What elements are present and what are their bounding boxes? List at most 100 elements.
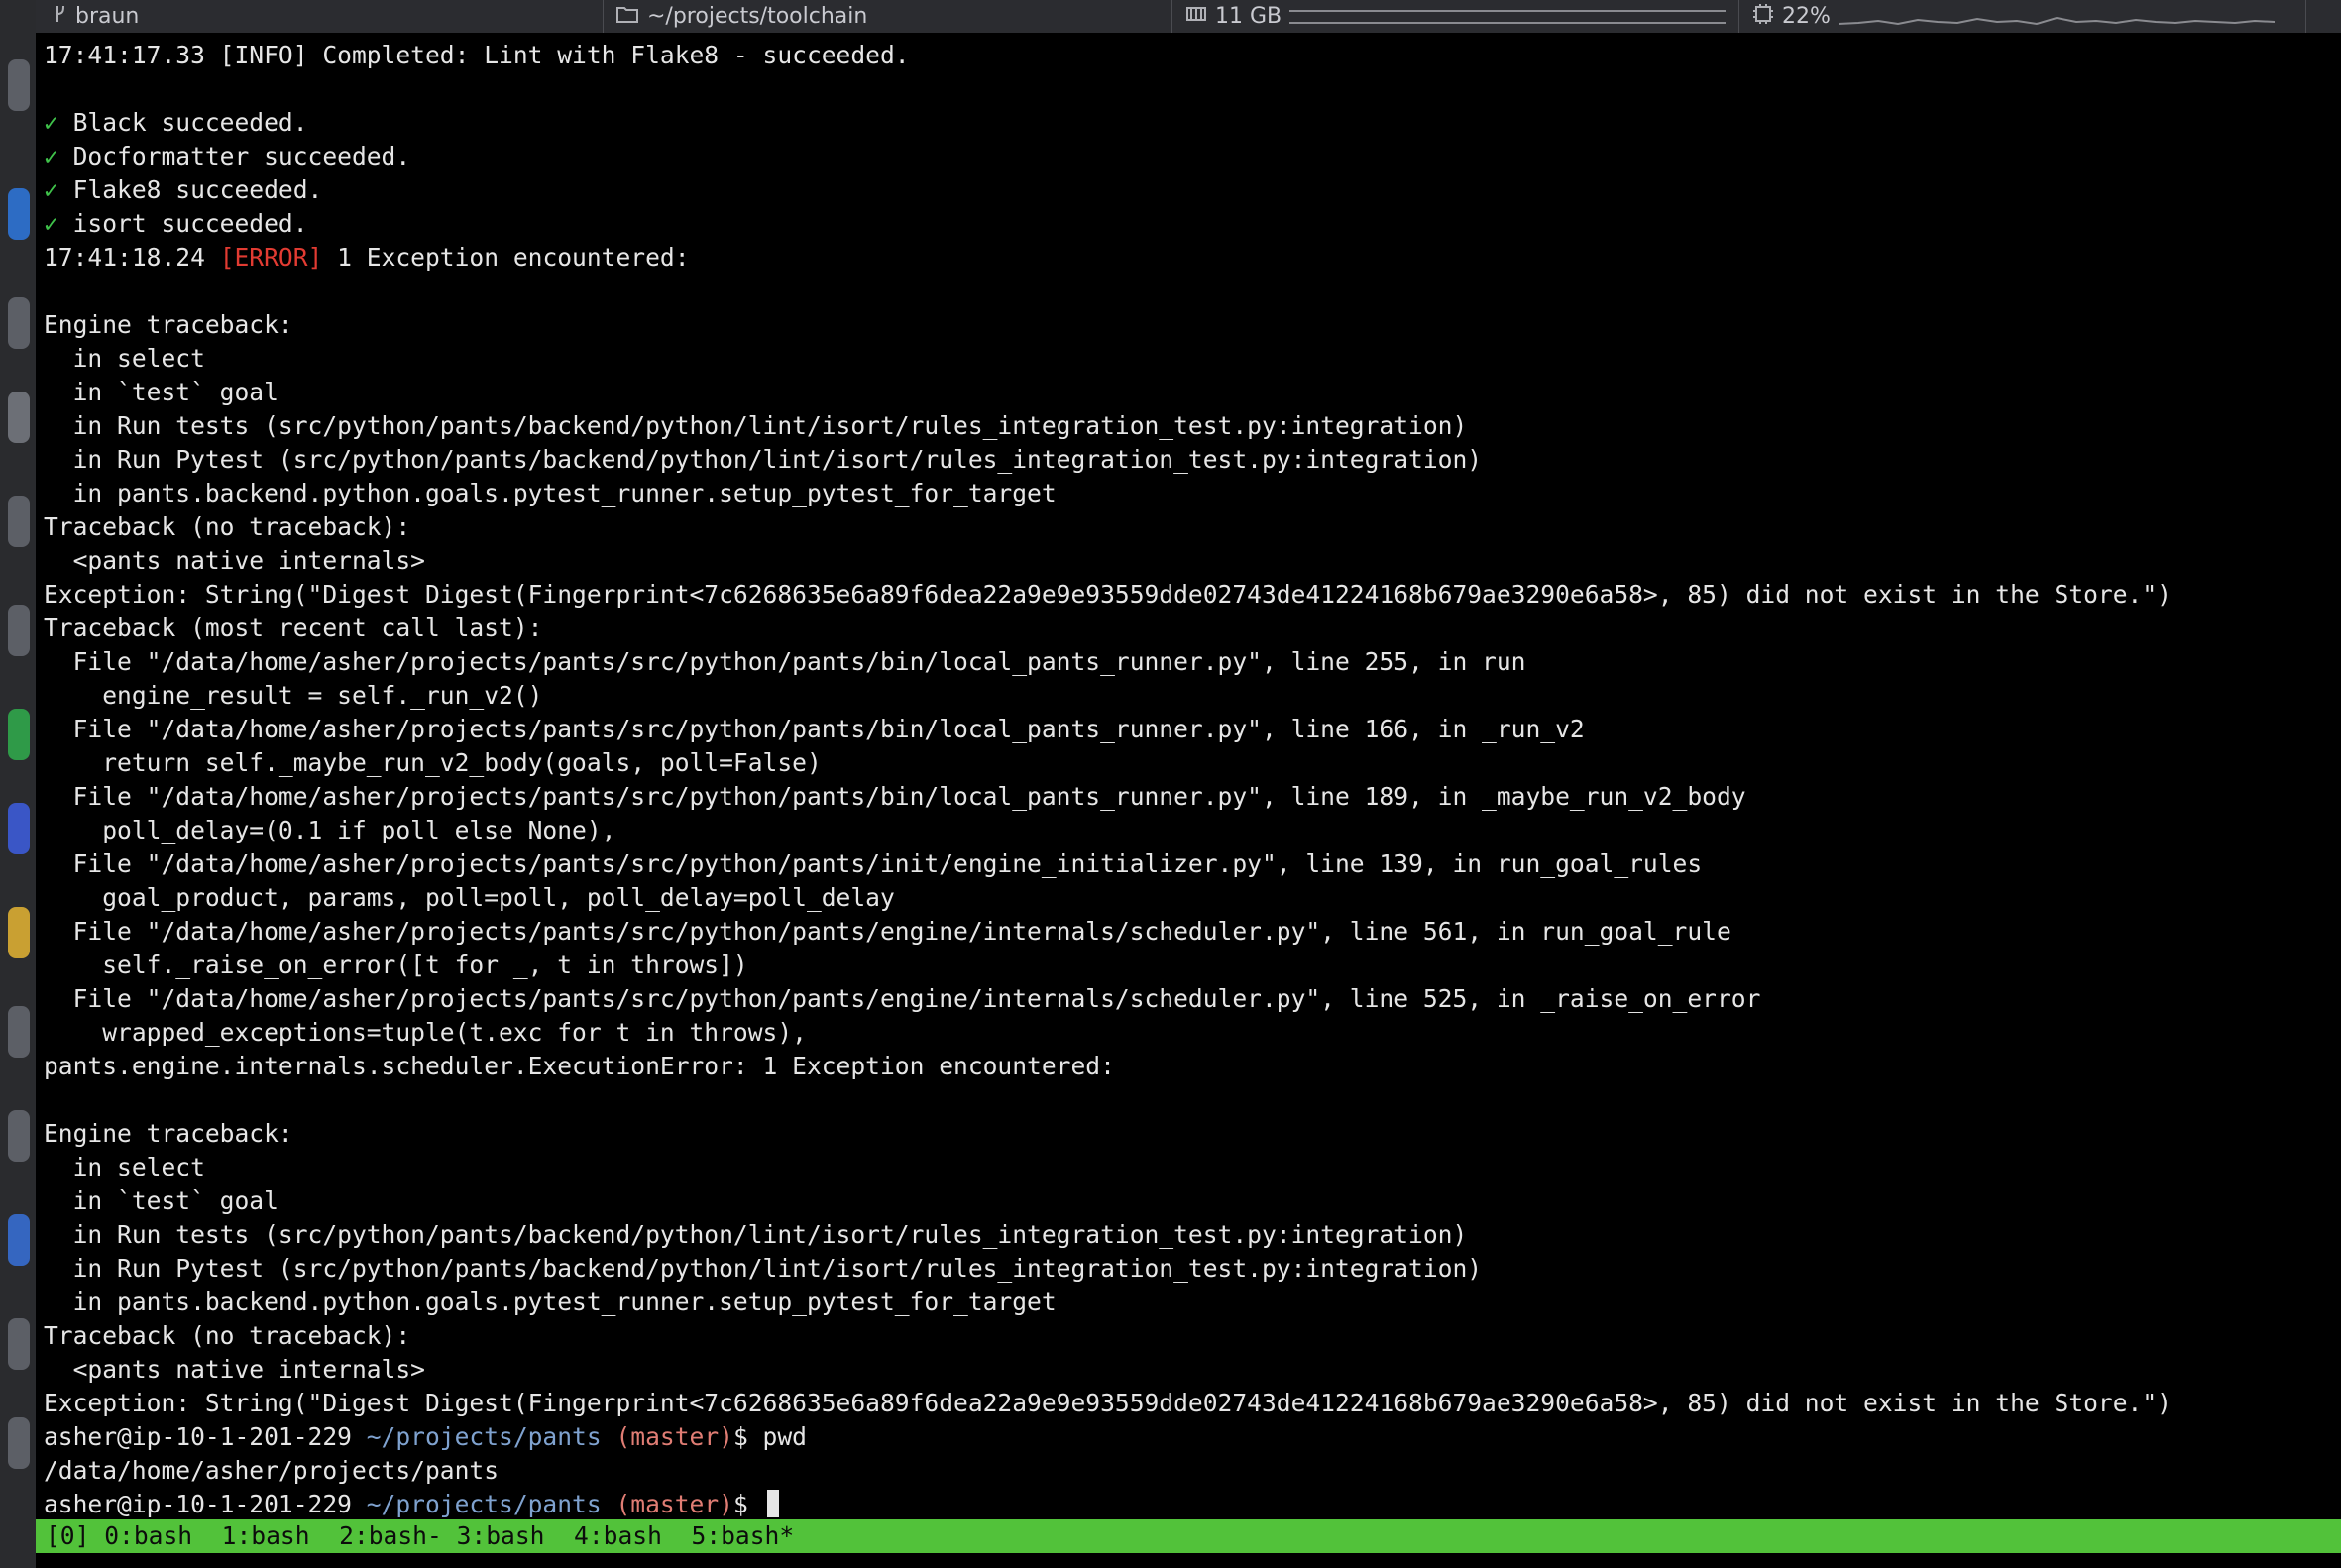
dock-app-icon[interactable] [8,907,30,958]
prompt-user-host: asher@ip-10-1-201-229 [44,1490,367,1518]
output-line: <pants native internals> [44,1353,2341,1387]
line-text: self._raise_on_error([t for _, t in thro… [44,951,748,979]
check-icon: ✓ [44,175,58,204]
dock-app-icon[interactable] [8,1110,30,1162]
memory-bar [1289,9,1727,24]
cpu-icon [1752,3,1774,31]
output-line: goal_product, params, poll=poll, poll_de… [44,881,2341,915]
output-line: ✓ Docformatter succeeded. [44,140,2341,173]
cpu-segment: 22% [1752,0,2275,33]
prompt-line: asher@ip-10-1-201-229 ~/projects/pants (… [44,1488,2341,1519]
line-text: File "/data/home/asher/projects/pants/sr… [44,984,1761,1013]
line-text: wrapped_exceptions=tuple(t.exc for t in … [44,1018,807,1047]
line-text: Black succeeded. [57,108,308,137]
tmux-status-bar[interactable]: [0] 0:bash 1:bash 2:bash- 3:bash 4:bash … [36,1519,2341,1553]
log-timestamp: 17:41:18.24 [44,243,220,272]
dock-app-icon[interactable] [8,59,30,111]
line-text: File "/data/home/asher/projects/pants/sr… [44,782,1746,811]
divider [603,0,604,33]
dock-app-icon[interactable] [8,1417,30,1469]
dock-app-icon[interactable] [8,803,30,854]
terminal-output[interactable]: 17:41:17.33 [INFO] Completed: Lint with … [36,33,2341,1519]
output-line: 17:41:18.24 [ERROR] 1 Exception encounte… [44,241,2341,275]
dock [0,0,36,1568]
output-line: in Run Pytest (src/python/pants/backend/… [44,443,2341,477]
line-text: in pants.backend.python.goals.pytest_run… [44,1288,1057,1316]
memory-segment: 11 GB [1185,0,1727,33]
line-text: in Run Pytest (src/python/pants/backend/… [44,445,1483,474]
dock-app-icon[interactable] [8,1214,30,1266]
line-text: Engine traceback: [44,1119,293,1148]
output-line: /data/home/asher/projects/pants [44,1454,2341,1488]
check-icon: ✓ [44,108,58,137]
dock-app-icon[interactable] [8,605,30,656]
output-line: in Run tests (src/python/pants/backend/p… [44,1218,2341,1252]
line-text: <pants native internals> [44,546,425,575]
dock-app-icon[interactable] [8,392,30,443]
line-text: in `test` goal [44,378,279,406]
cpu-graph [1838,16,2275,25]
output-line: Engine traceback: [44,308,2341,342]
prompt-user-host: asher@ip-10-1-201-229 [44,1422,367,1451]
divider [1171,0,1172,33]
prompt-command: $ pwd [732,1422,807,1451]
output-line: File "/data/home/asher/projects/pants/sr… [44,915,2341,949]
folder-icon [615,4,639,30]
text-cursor [766,1490,779,1517]
prompt-path: ~/projects/pants [366,1490,602,1518]
branch-icon [54,4,67,29]
output-line: in `test` goal [44,376,2341,409]
line-text: File "/data/home/asher/projects/pants/sr… [44,849,1703,878]
line-text: in `test` goal [44,1186,279,1215]
line-text: goal_product, params, poll=poll, poll_de… [44,883,895,912]
output-line: File "/data/home/asher/projects/pants/sr… [44,645,2341,679]
window-bottom [36,1553,2341,1568]
line-text: 17:41:17.33 [INFO] Completed: Lint with … [44,41,910,69]
output-line: engine_result = self._run_v2() [44,679,2341,713]
line-text: return self._maybe_run_v2_body(goals, po… [44,748,822,777]
dock-app-icon[interactable] [8,188,30,240]
output-line: ✓ Flake8 succeeded. [44,173,2341,207]
line-text: Docformatter succeeded. [57,142,411,170]
prompt-command: $ [732,1490,763,1518]
output-line: Traceback (no traceback): [44,510,2341,544]
output-line: in select [44,1151,2341,1184]
line-text: Traceback (no traceback): [44,1321,411,1350]
output-line: pants.engine.internals.scheduler.Executi… [44,1050,2341,1083]
output-line: Traceback (no traceback): [44,1319,2341,1353]
line-text: File "/data/home/asher/projects/pants/sr… [44,715,1585,743]
output-line: File "/data/home/asher/projects/pants/sr… [44,982,2341,1016]
path-segment: ~/projects/toolchain [615,0,867,33]
line-text: engine_result = self._run_v2() [44,681,543,710]
output-line: ✓ Black succeeded. [44,106,2341,140]
dock-app-icon[interactable] [8,709,30,760]
output-line: File "/data/home/asher/projects/pants/sr… [44,713,2341,746]
line-text: Flake8 succeeded. [57,175,323,204]
line-text: Exception: String("Digest Digest(Fingerp… [44,1389,2172,1417]
dock-app-icon[interactable] [8,1318,30,1370]
line-text: File "/data/home/asher/projects/pants/sr… [44,647,1526,676]
output-line: in `test` goal [44,1184,2341,1218]
line-text: <pants native internals> [44,1355,425,1384]
host-name: braun [75,4,140,29]
output-line: ✓ isort succeeded. [44,207,2341,241]
line-text: in Run Pytest (src/python/pants/backend/… [44,1254,1483,1283]
output-line: Engine traceback: [44,1117,2341,1151]
dock-app-icon[interactable] [8,1006,30,1058]
prompt-branch: (master) [601,1490,733,1518]
memory-icon [1185,4,1207,30]
output-line: File "/data/home/asher/projects/pants/sr… [44,780,2341,814]
status-bar: braun ~/projects/toolchain 11 GB 22% [36,0,2341,33]
check-icon: ✓ [44,209,58,238]
dock-app-icon[interactable] [8,496,30,547]
output-line: poll_delay=(0.1 if poll else None), [44,814,2341,847]
output-line: File "/data/home/asher/projects/pants/sr… [44,847,2341,881]
output-line: self._raise_on_error([t for _, t in thro… [44,949,2341,982]
prompt-branch: (master) [601,1422,733,1451]
dock-app-icon[interactable] [8,297,30,349]
output-line: in pants.backend.python.goals.pytest_run… [44,477,2341,510]
line-text: Traceback (no traceback): [44,512,411,541]
host-segment: braun [54,0,139,33]
